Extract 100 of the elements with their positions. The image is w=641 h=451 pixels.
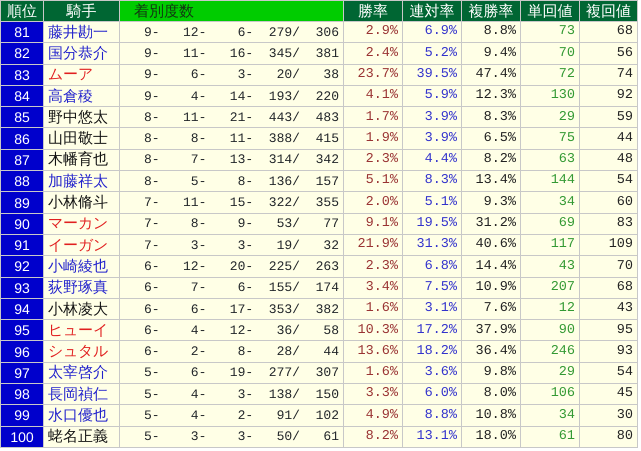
win-rate-cell: 1.6% — [344, 362, 402, 384]
top3-rate-cell: 8.3% — [462, 106, 520, 128]
win-rate-cell: 1.6% — [344, 298, 402, 320]
place-return-cell: 68 — [580, 22, 638, 43]
record-cell: 7- 11- 15- 322/ 355 — [120, 192, 344, 214]
column-header: 連対率 — [402, 0, 462, 22]
win-rate-cell: 1.7% — [344, 106, 402, 128]
win-return-cell: 29 — [520, 106, 580, 128]
top2-rate-cell: 17.2% — [402, 320, 462, 341]
record-cell: 8- 7- 13- 314/ 342 — [120, 149, 344, 171]
top2-rate-cell: 6.0% — [402, 384, 462, 405]
top3-rate-cell: 31.2% — [462, 213, 520, 234]
record-cell: 9- 12- 6- 279/ 306 — [120, 22, 344, 43]
rank-cell: 95 — [0, 320, 44, 341]
jockey-name-cell: 小林凌大 — [44, 298, 120, 320]
win-rate-cell: 2.0% — [344, 192, 402, 214]
top3-rate-cell: 12.3% — [462, 85, 520, 107]
place-return-cell: 54 — [580, 170, 638, 192]
jockey-name-cell: 高倉稜 — [44, 85, 120, 107]
rank-cell: 100 — [0, 426, 44, 448]
record-cell: 6- 4- 12- 36/ 58 — [120, 320, 344, 341]
rank-cell: 97 — [0, 362, 44, 384]
rank-cell: 92 — [0, 256, 44, 278]
win-rate-cell: 2.4% — [344, 42, 402, 64]
top3-rate-cell: 14.4% — [462, 256, 520, 278]
top2-rate-cell: 5.1% — [402, 192, 462, 214]
top2-rate-cell: 6.9% — [402, 22, 462, 43]
record-cell: 6- 2- 8- 28/ 44 — [120, 340, 344, 362]
jockey-name-cell: イーガン — [44, 234, 120, 256]
rank-cell: 81 — [0, 22, 44, 43]
place-return-cell: 93 — [580, 340, 638, 362]
win-return-cell: 72 — [520, 64, 580, 86]
win-rate-cell: 9.1% — [344, 213, 402, 234]
record-cell: 9- 6- 3- 20/ 38 — [120, 64, 344, 86]
top2-rate-cell: 3.9% — [402, 128, 462, 150]
top2-rate-cell: 18.2% — [402, 340, 462, 362]
top3-rate-cell: 7.6% — [462, 298, 520, 320]
top2-rate-cell: 3.6% — [402, 362, 462, 384]
record-cell: 8- 11- 21- 443/ 483 — [120, 106, 344, 128]
jockey-name-cell: 木幡育也 — [44, 149, 120, 171]
jockey-name-cell: 藤井勘一 — [44, 22, 120, 43]
rank-cell: 82 — [0, 42, 44, 64]
jockey-name-cell: 加藤祥太 — [44, 170, 120, 192]
top2-rate-cell: 4.4% — [402, 149, 462, 171]
top3-rate-cell: 40.6% — [462, 234, 520, 256]
jockey-name-cell: シュタル — [44, 340, 120, 362]
record-cell: 7- 8- 9- 53/ 77 — [120, 213, 344, 234]
place-return-cell: 109 — [580, 234, 638, 256]
top3-rate-cell: 9.4% — [462, 42, 520, 64]
top3-rate-cell: 9.3% — [462, 192, 520, 214]
jockey-name-cell: 国分恭介 — [44, 42, 120, 64]
record-cell: 7- 3- 3- 19/ 32 — [120, 234, 344, 256]
place-return-cell: 43 — [580, 298, 638, 320]
rank-cell: 88 — [0, 170, 44, 192]
rank-cell: 84 — [0, 85, 44, 107]
win-return-cell: 43 — [520, 256, 580, 278]
record-cell: 5- 4- 3- 138/ 150 — [120, 384, 344, 405]
top3-rate-cell: 36.4% — [462, 340, 520, 362]
place-return-cell: 60 — [580, 192, 638, 214]
rank-cell: 87 — [0, 149, 44, 171]
rank-cell: 98 — [0, 384, 44, 405]
top3-rate-cell: 10.8% — [462, 404, 520, 426]
win-return-cell: 246 — [520, 340, 580, 362]
top2-rate-cell: 8.3% — [402, 170, 462, 192]
win-return-cell: 70 — [520, 42, 580, 64]
top2-rate-cell: 39.5% — [402, 64, 462, 86]
rank-cell: 93 — [0, 277, 44, 298]
record-cell: 9- 4- 14- 193/ 220 — [120, 85, 344, 107]
win-return-cell: 61 — [520, 426, 580, 448]
jockey-name-cell: 荻野琢真 — [44, 277, 120, 298]
rank-cell: 89 — [0, 192, 44, 214]
place-return-cell: 92 — [580, 85, 638, 107]
record-cell: 5- 6- 19- 277/ 307 — [120, 362, 344, 384]
top2-rate-cell: 3.1% — [402, 298, 462, 320]
win-rate-cell: 8.2% — [344, 426, 402, 448]
column-header: 騎手 — [44, 0, 120, 22]
rank-cell: 96 — [0, 340, 44, 362]
win-rate-cell: 13.6% — [344, 340, 402, 362]
win-return-cell: 29 — [520, 362, 580, 384]
column-header: 複回値 — [580, 0, 638, 22]
win-return-cell: 12 — [520, 298, 580, 320]
place-return-cell: 54 — [580, 362, 638, 384]
win-return-cell: 144 — [520, 170, 580, 192]
win-return-cell: 207 — [520, 277, 580, 298]
record-cell: 8- 5- 8- 136/ 157 — [120, 170, 344, 192]
top2-rate-cell: 6.8% — [402, 256, 462, 278]
rank-cell: 91 — [0, 234, 44, 256]
top2-rate-cell: 19.5% — [402, 213, 462, 234]
place-return-cell: 83 — [580, 213, 638, 234]
win-return-cell: 63 — [520, 149, 580, 171]
column-header: 着別度数 — [120, 0, 344, 22]
top2-rate-cell: 13.1% — [402, 426, 462, 448]
place-return-cell: 59 — [580, 106, 638, 128]
jockey-name-cell: 水口優也 — [44, 404, 120, 426]
win-rate-cell: 3.3% — [344, 384, 402, 405]
win-rate-cell: 4.9% — [344, 404, 402, 426]
jockey-name-cell: 太宰啓介 — [44, 362, 120, 384]
top3-rate-cell: 37.9% — [462, 320, 520, 341]
win-return-cell: 34 — [520, 192, 580, 214]
jockey-name-cell: マーカン — [44, 213, 120, 234]
